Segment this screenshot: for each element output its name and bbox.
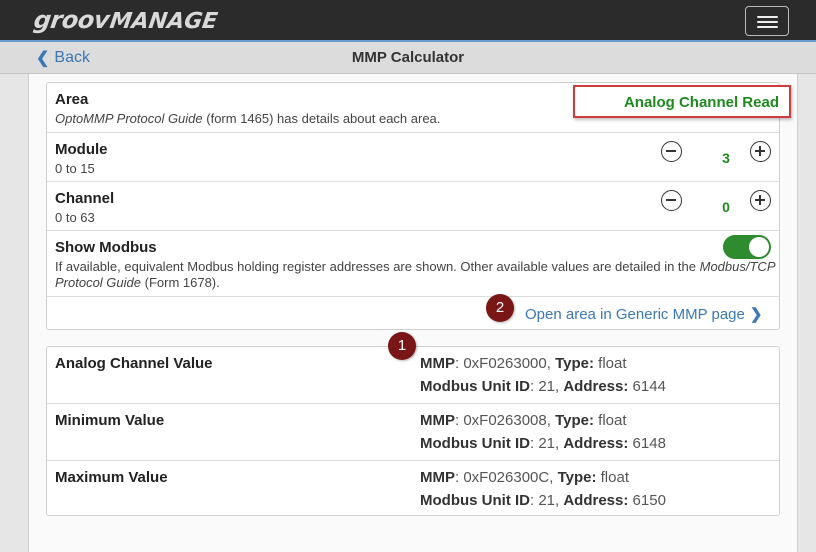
unit-id-value: : 21, [529, 378, 564, 395]
unit-id-value: : 21, [529, 435, 564, 452]
groov-manage-logo: groov MANAGE [32, 6, 220, 34]
show-modbus-toggle[interactable] [723, 235, 771, 259]
module-decrement-icon[interactable] [661, 141, 682, 162]
area-description: OptoMMP Protocol Guide (form 1465) has d… [55, 111, 440, 126]
module-row: Module 0 to 15 3 [47, 133, 779, 182]
logo-text-manage: MANAGE [108, 9, 220, 34]
type-label: Type: [555, 412, 594, 429]
mmp-label: MMP [420, 412, 455, 429]
module-value: 3 [722, 150, 730, 166]
value-row: Minimum Value MMP: 0xF0263008, Type: flo… [47, 404, 779, 461]
modbus-line: Modbus Unit ID: 21, Address: 6148 [420, 435, 666, 452]
modbus-line: Modbus Unit ID: 21, Address: 6150 [420, 492, 666, 509]
channel-row: Channel 0 to 63 0 [47, 182, 779, 231]
channel-increment-icon[interactable] [750, 190, 771, 211]
value-name: Analog Channel Value [55, 355, 213, 372]
address-label: Address: [563, 378, 629, 395]
open-area-label: Open area in Generic MMP page [525, 305, 745, 323]
show-modbus-description: If available, equivalent Modbus holding … [55, 259, 775, 291]
type-label: Type: [555, 355, 594, 372]
hamburger-line [757, 16, 778, 18]
address-label: Address: [563, 435, 629, 452]
unit-id-label: Modbus Unit ID [420, 378, 530, 395]
type-value: float [596, 469, 629, 486]
module-stepper: 3 [47, 141, 771, 166]
mmp-line: MMP: 0xF0263008, Type: float [420, 412, 627, 429]
type-value: float [593, 355, 627, 372]
mmp-address: : 0xF0263000, [455, 355, 556, 372]
type-value: float [593, 412, 627, 429]
area-title: Area [55, 91, 89, 108]
value-row: Analog Channel Value MMP: 0xF0263000, Ty… [47, 347, 779, 404]
mmp-line: MMP: 0xF026300C, Type: float [420, 469, 629, 486]
hamburger-line [757, 21, 778, 23]
area-row: Area OptoMMP Protocol Guide (form 1465) … [47, 83, 791, 133]
channel-value: 0 [722, 199, 730, 215]
mmp-line: MMP: 0xF0263000, Type: float [420, 355, 627, 372]
chevron-right-icon: ❯ [749, 306, 763, 323]
callout-badge-2: 2 [486, 294, 514, 322]
channel-decrement-icon[interactable] [661, 190, 682, 211]
type-label: Type: [557, 469, 597, 486]
optommp-guide-name: OptoMMP Protocol Guide [55, 111, 203, 126]
channel-range: 0 to 63 [55, 210, 95, 225]
unit-id-value: : 21, [529, 492, 564, 509]
show-modbus-title: Show Modbus [55, 239, 157, 256]
address-value: 6150 [628, 492, 666, 509]
open-area-generic-mmp-link[interactable]: Open area in Generic MMP page ❯ [525, 305, 763, 324]
modbus-desc-part1: If available, equivalent Modbus holding … [55, 259, 700, 274]
unit-id-label: Modbus Unit ID [420, 492, 530, 509]
area-value: Analog Channel Read [623, 94, 779, 111]
address-value: 6148 [628, 435, 666, 452]
value-name: Minimum Value [55, 412, 165, 429]
mmp-label: MMP [420, 469, 455, 486]
module-range: 0 to 15 [55, 161, 95, 176]
value-row: Maximum Value MMP: 0xF026300C, Type: flo… [47, 461, 779, 518]
module-increment-icon[interactable] [750, 141, 771, 162]
hamburger-line [757, 26, 778, 28]
main-content: Area OptoMMP Protocol Guide (form 1465) … [28, 74, 798, 552]
top-bar: groov MANAGE [0, 0, 816, 40]
settings-panel: Area OptoMMP Protocol Guide (form 1465) … [46, 82, 791, 330]
sub-header: ❮ Back MMP Calculator [0, 40, 816, 74]
area-description-rest: (form 1465) has details about each area. [202, 111, 441, 126]
show-modbus-row: Show Modbus If available, equivalent Mod… [47, 231, 779, 297]
toggle-knob [749, 237, 769, 257]
value-name: Maximum Value [55, 469, 168, 486]
mmp-address: : 0xF0263008, [455, 412, 556, 429]
hamburger-menu-button[interactable] [745, 6, 789, 36]
channel-stepper: 0 [47, 190, 771, 215]
mmp-label: MMP [420, 355, 455, 372]
logo-text-groov: groov [32, 6, 112, 34]
open-area-row: Open area in Generic MMP page ❯ [47, 297, 779, 329]
callout-badge-1: 1 [388, 332, 416, 360]
address-label: Address: [563, 492, 629, 509]
address-value: 6144 [628, 378, 666, 395]
modbus-desc-part2: (Form 1678). [141, 275, 220, 290]
mmp-address: : 0xF026300C, [455, 469, 558, 486]
values-panel: Analog Channel Value MMP: 0xF0263000, Ty… [46, 346, 780, 516]
modbus-line: Modbus Unit ID: 21, Address: 6144 [420, 378, 666, 395]
area-selector[interactable]: Analog Channel Read [573, 85, 791, 118]
unit-id-label: Modbus Unit ID [420, 435, 530, 452]
page-title: MMP Calculator [351, 49, 465, 66]
